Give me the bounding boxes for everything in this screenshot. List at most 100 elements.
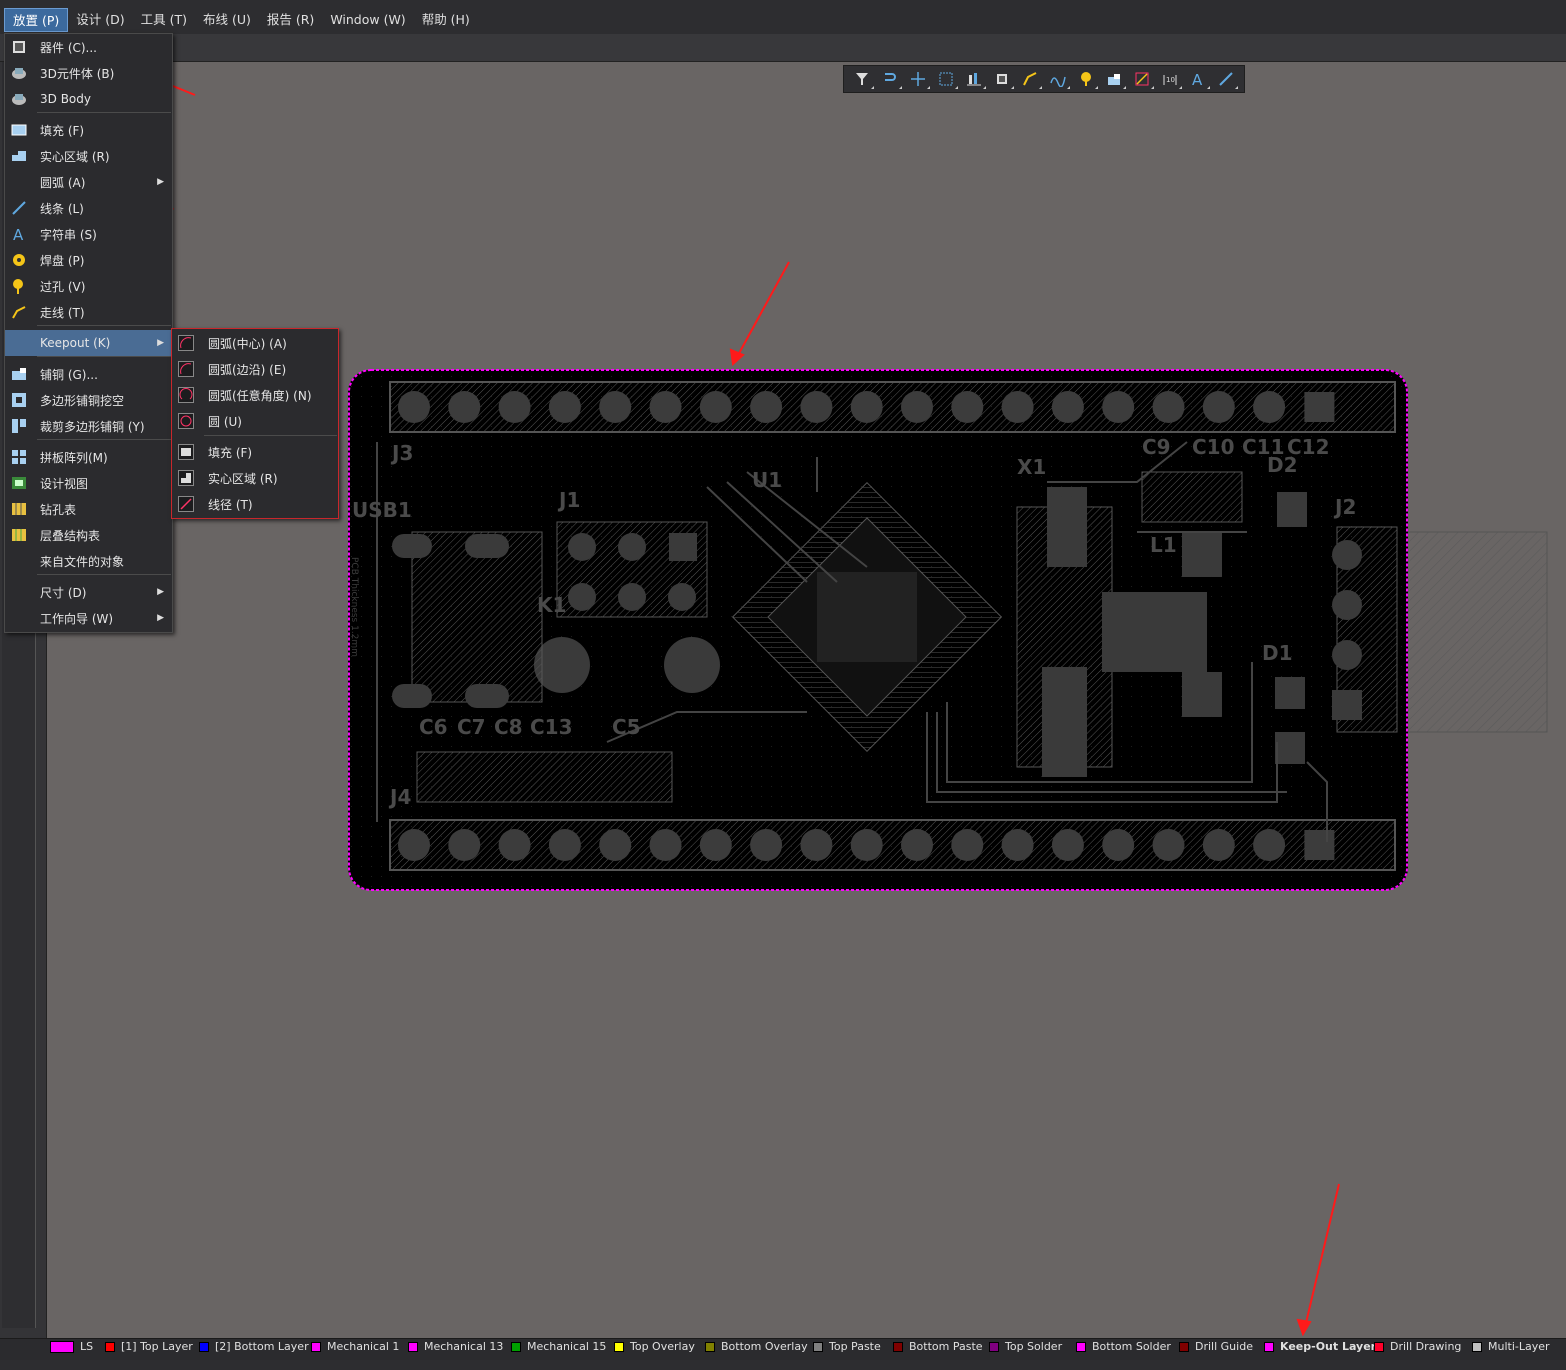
designator-j3: J3 (390, 441, 413, 465)
menu-separator (37, 574, 171, 575)
layer-tab-label: Drill Guide (1195, 1340, 1253, 1353)
circle-icon (178, 413, 194, 429)
place-menu-item[interactable]: 设计视图 (5, 470, 172, 496)
diff-pair-icon[interactable] (1044, 67, 1072, 91)
keepout-menu-item[interactable]: 圆弧(边沿) (E) (172, 356, 338, 382)
header-pad (1051, 391, 1084, 423)
layer-tab[interactable]: Top Paste (813, 1339, 881, 1354)
place-menu-item[interactable]: A 字符串 (S) (5, 221, 172, 247)
place-menu-item[interactable]: 焊盘 (P) (5, 247, 172, 273)
select-rectangle-icon[interactable] (932, 67, 960, 91)
layer-tab[interactable]: Drill Drawing (1374, 1339, 1461, 1354)
keepout-menu-item-label: 填充 (F) (208, 445, 253, 460)
layer-stack-table-icon (10, 526, 28, 544)
keepout-menu-item[interactable]: 线径 (T) (172, 491, 338, 517)
place-menu-item[interactable]: 3D元件体 (B) (5, 60, 172, 86)
header-pad (649, 391, 682, 423)
place-menu-item[interactable]: 填充 (F) (5, 117, 172, 143)
place-menu-item[interactable]: 来自文件的对象 (5, 548, 172, 574)
place-menu-item[interactable]: 器件 (C)... (5, 34, 172, 60)
place-menu-item[interactable]: Keepout (K) ▶ (5, 330, 172, 356)
designator-x1: X1 (1017, 455, 1046, 479)
layer-tab-label: Top Overlay (630, 1340, 695, 1353)
place-menu-item[interactable]: 过孔 (V) (5, 273, 172, 299)
designator-d1: D1 (1262, 641, 1293, 665)
layer-tab[interactable]: Mechanical 1 (311, 1339, 399, 1354)
layer-color-swatch (614, 1341, 624, 1352)
layer-tab[interactable]: [2] Bottom Layer (199, 1339, 309, 1354)
place-menu-item[interactable]: 工作向导 (W) ▶ (5, 605, 172, 631)
dimension-icon[interactable]: 10 (1156, 67, 1184, 91)
layer-tab[interactable]: Top Solder (989, 1339, 1062, 1354)
place-menu-item[interactable]: 裁剪多边形铺铜 (Y) (5, 413, 172, 439)
designator-k1: K1 (537, 593, 566, 617)
keepout-menu-item-label: 实心区域 (R) (208, 471, 278, 486)
solid-region-icon (10, 147, 28, 165)
svg-text:A: A (13, 226, 24, 243)
place-menu-item-label: 层叠结构表 (40, 528, 101, 543)
place-menu-item[interactable]: 实心区域 (R) (5, 143, 172, 169)
place-menu-item-label: 钻孔表 (40, 502, 77, 517)
header-pad (1202, 829, 1235, 861)
place-menu-item-label: 器件 (C)... (40, 40, 98, 55)
designator-c12: C12 (1287, 435, 1330, 459)
designator-j2: J2 (1333, 495, 1356, 519)
via-icon[interactable] (1072, 67, 1100, 91)
place-menu-item[interactable]: 圆弧 (A) ▶ (5, 169, 172, 195)
place-menu-item-label: 多边形铺铜挖空 (40, 393, 125, 408)
layer-tab[interactable]: LS (50, 1339, 93, 1354)
layer-tab-label: LS (80, 1340, 94, 1353)
header-pad (951, 391, 984, 423)
designator-usb1: USB1 (352, 498, 412, 522)
menu-help[interactable]: 帮助 (H) (414, 8, 478, 32)
submenu-arrow-icon: ▶ (157, 177, 164, 187)
layer-tab[interactable]: Top Overlay (614, 1339, 695, 1354)
ic-large (1102, 592, 1207, 672)
header-bottom (389, 819, 1396, 871)
place-menu-item[interactable]: 钻孔表 (5, 496, 172, 522)
place-menu-item[interactable]: 拼板阵列(M) (5, 444, 172, 470)
polygon-pour-icon[interactable] (1100, 67, 1128, 91)
component-icon[interactable] (988, 67, 1016, 91)
header-pad (1001, 829, 1034, 861)
line-icon[interactable] (1212, 67, 1240, 91)
filter-icon[interactable] (848, 67, 876, 91)
interactive-routing-icon[interactable] (876, 67, 904, 91)
layer-tab[interactable]: [1] Top Layer (105, 1339, 193, 1354)
header-pad (599, 829, 632, 861)
layer-tab-label: Drill Drawing (1390, 1340, 1462, 1353)
keepout-menu-item[interactable]: 圆弧(任意角度) (N) (172, 382, 338, 408)
layer-tab[interactable]: Mechanical 15 (511, 1339, 606, 1354)
layer-tab[interactable]: Keep-Out Layer (1264, 1339, 1376, 1354)
header-pad (1253, 829, 1286, 861)
keepout-menu-item[interactable]: 圆弧(中心) (A) (172, 330, 338, 356)
place-menu-item[interactable]: 3D Body (5, 86, 172, 112)
keepout-menu-item[interactable]: 圆 (U) (172, 408, 338, 434)
track-icon (10, 303, 28, 321)
string-icon[interactable]: A (1184, 67, 1212, 91)
place-menu-item[interactable]: 多边形铺铜挖空 (5, 387, 172, 413)
layer-tab[interactable]: Mechanical 13 (408, 1339, 503, 1354)
place-menu-item[interactable]: 铺铜 (G)... (5, 361, 172, 387)
layer-color-swatch (1472, 1341, 1482, 1352)
place-menu-item[interactable]: 尺寸 (D) ▶ (5, 579, 172, 605)
route-icon[interactable] (1016, 67, 1044, 91)
layer-tab[interactable]: Bottom Solder (1076, 1339, 1171, 1354)
keepout-icon[interactable] (1128, 67, 1156, 91)
keepout-menu-item-label: 圆 (U) (208, 414, 242, 429)
keepout-menu-item[interactable]: 填充 (F) (172, 439, 338, 465)
layer-tab[interactable]: Multi-Layer (1472, 1339, 1550, 1354)
keepout-menu-item[interactable]: 实心区域 (R) (172, 465, 338, 491)
layer-tab[interactable]: Drill Guide (1179, 1339, 1253, 1354)
layer-tab[interactable]: Bottom Paste (893, 1339, 983, 1354)
place-menu-item[interactable]: 走线 (T) (5, 299, 172, 325)
layer-tab[interactable]: Bottom Overlay (705, 1339, 808, 1354)
place-menu-item[interactable]: 层叠结构表 (5, 522, 172, 548)
place-menu-item-label: 过孔 (V) (40, 279, 86, 294)
align-icon[interactable] (960, 67, 988, 91)
keepout-submenu: 圆弧(中心) (A) 圆弧(边沿) (E) 圆弧(任意角度) (N) 圆 (U) 填充 … (171, 328, 339, 519)
layer-tab-label: Bottom Solder (1092, 1340, 1171, 1353)
layer-color-swatch (199, 1341, 209, 1352)
place-menu-item[interactable]: 线条 (L) (5, 195, 172, 221)
crosshair-icon[interactable] (904, 67, 932, 91)
